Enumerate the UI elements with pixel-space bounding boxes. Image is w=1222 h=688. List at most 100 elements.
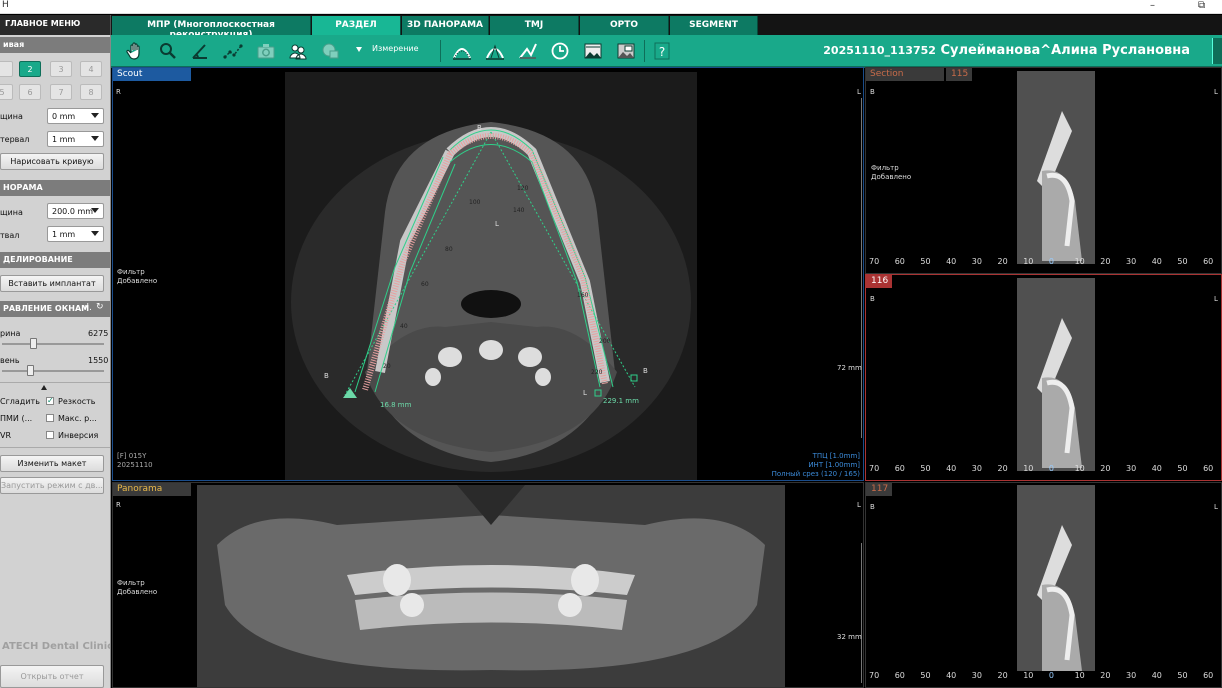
angle-measure-icon[interactable]: [516, 39, 540, 63]
section-2-orient-l: L: [1214, 295, 1218, 303]
tab-section[interactable]: РАЗДЕЛ: [312, 16, 401, 35]
panorama-label: Panorama: [113, 483, 191, 496]
curve-number-3[interactable]: 3: [50, 61, 72, 77]
scout-image: [285, 72, 697, 480]
angle-icon[interactable]: [188, 39, 212, 63]
main-menu-button[interactable]: ГЛАВНОЕ МЕНЮ: [0, 15, 111, 35]
collapse-arrow-icon[interactable]: [41, 385, 47, 390]
reset-icon[interactable]: ↻: [96, 302, 104, 312]
section-3-orient-b: B: [870, 503, 875, 511]
tab-ortho[interactable]: ОРТО: [580, 16, 669, 35]
sharp-checkbox[interactable]: ✓: [46, 397, 54, 405]
section-scale-label: 30: [971, 257, 982, 266]
scout-marker-l: L: [495, 220, 499, 228]
section-scale-label: 50: [1177, 257, 1188, 266]
tab-3d-panorama[interactable]: 3D ПАНОРАМА: [402, 16, 489, 35]
scout-filter-label: Фильтр: [117, 268, 145, 276]
zoom-icon[interactable]: [156, 39, 180, 63]
toolbar-divider: [644, 40, 645, 62]
section-scale-label: 40: [946, 257, 957, 266]
curve-number-6[interactable]: 6: [19, 84, 41, 100]
clinic-name: ATECH Dental Clinic: [2, 641, 111, 652]
arch-tick-label: 80: [445, 246, 453, 253]
section-viewport-3[interactable]: 117 B L: [865, 482, 1222, 688]
histogram-icon[interactable]: ıl.: [84, 303, 92, 313]
thickness-select[interactable]: 0 mm: [47, 108, 104, 124]
pano-thickness-select[interactable]: 200.0 mm: [47, 203, 104, 219]
section-viewport-2[interactable]: 116 B L: [865, 274, 1222, 481]
section-scale-label: 50: [920, 464, 931, 473]
invert-checkbox[interactable]: [46, 431, 54, 439]
level-slider-thumb[interactable]: [27, 365, 34, 376]
hand-icon[interactable]: [123, 39, 147, 63]
smooth-label[interactable]: Сгладить: [0, 397, 40, 406]
vr-label[interactable]: VR: [0, 431, 11, 440]
scout-filter-value: Добавлено: [117, 277, 158, 285]
panorama-viewport[interactable]: Panorama R L Фильтр Добавлено 32 mm: [112, 482, 864, 688]
tab-segment[interactable]: SEGMENT: [670, 16, 758, 35]
curve-number-2[interactable]: 2: [19, 61, 41, 77]
image-icon[interactable]: [581, 39, 605, 63]
curve-number-1[interactable]: [0, 61, 13, 77]
section-scale-label: 50: [920, 257, 931, 266]
section-viewport-1[interactable]: Section 115 B L Фильтр Добавлено: [865, 67, 1222, 274]
scout-ruler-label: 72 mm: [837, 364, 862, 372]
panorama-curve-alt-icon[interactable]: [483, 39, 507, 63]
left-panel: ивая 2 3 4 5 6 7 8 щина 0 mm тервал 1 mm…: [0, 35, 111, 688]
polyline-icon[interactable]: [221, 39, 245, 63]
scout-viewport[interactable]: Scout R L Фильтр Добавлено B L B B L 16.…: [112, 67, 864, 481]
thickness-label: щина: [0, 112, 23, 121]
restore-icon[interactable]: ⧉: [1198, 0, 1205, 11]
invert-label: Инверсия: [58, 431, 99, 440]
section-scale-label: 30: [971, 671, 982, 680]
curve-number-7[interactable]: 7: [50, 84, 72, 100]
scout-orient-l: L: [857, 88, 861, 96]
curve-number-4[interactable]: 4: [80, 61, 102, 77]
change-layout-button[interactable]: Изменить макет: [0, 455, 104, 472]
panorama-filter-label: Фильтр: [117, 579, 145, 587]
section-scale-label: 60: [1203, 671, 1214, 680]
users-icon[interactable]: [286, 39, 310, 63]
mip-label[interactable]: ПМИ (...: [0, 414, 32, 423]
section-scale-label: 10: [1074, 671, 1085, 680]
section-1-label: Section: [866, 68, 944, 81]
section-1-image: [1017, 71, 1095, 264]
section-scale-label: 50: [920, 671, 931, 680]
curve-number-8[interactable]: 8: [80, 84, 102, 100]
svg-text:?: ?: [659, 45, 665, 59]
max-checkbox[interactable]: [46, 414, 54, 422]
section-scale-label: 20: [997, 257, 1008, 266]
tab-tmj[interactable]: TMJ: [490, 16, 579, 35]
insert-implant-button[interactable]: Вставить имплантат: [0, 275, 104, 292]
minimize-icon[interactable]: –: [1150, 0, 1155, 11]
help-icon[interactable]: ?: [650, 39, 674, 63]
interval-select[interactable]: 1 mm: [47, 131, 104, 147]
measure-dropdown-icon[interactable]: [356, 47, 362, 52]
image-alt-icon[interactable]: [614, 39, 638, 63]
panorama-curve-icon[interactable]: [450, 39, 474, 63]
width-slider-track[interactable]: [2, 343, 104, 345]
section-scale-label: 20: [997, 464, 1008, 473]
draw-curve-button[interactable]: Нарисовать кривую: [0, 153, 104, 170]
width-slider-thumb[interactable]: [30, 338, 37, 349]
panorama-filter-value: Добавлено: [117, 588, 158, 596]
toolbar-scroll-handle[interactable]: [1212, 38, 1222, 64]
section-3-number: 117: [866, 483, 892, 496]
section-scale-label: 10: [1074, 464, 1085, 473]
level-slider-track[interactable]: [2, 370, 104, 372]
measure-dropdown[interactable]: Измерение: [372, 44, 419, 53]
pano-interval-select[interactable]: 1 mm: [47, 226, 104, 242]
patient-name: Сулейманова^Алина Руслановна: [940, 43, 1190, 58]
clock-icon[interactable]: [548, 39, 572, 63]
max-label: Макс. р...: [58, 414, 97, 423]
run-mode-button[interactable]: Запустить режим с дв...: [0, 477, 104, 494]
open-report-button[interactable]: Открыть отчет: [0, 665, 104, 688]
section-panorama-header: НОРАМА: [0, 180, 110, 196]
camera-icon[interactable]: [254, 39, 278, 63]
section-scale-label: 50: [1177, 671, 1188, 680]
screen-capture-icon[interactable]: [318, 39, 342, 63]
curve-number-5[interactable]: 5: [0, 84, 13, 100]
section-scale-label: 70: [869, 257, 880, 266]
tab-mpr[interactable]: МПР (Многоплоскостная реконструкция): [112, 16, 311, 40]
section-3-orient-l: L: [1214, 503, 1218, 511]
